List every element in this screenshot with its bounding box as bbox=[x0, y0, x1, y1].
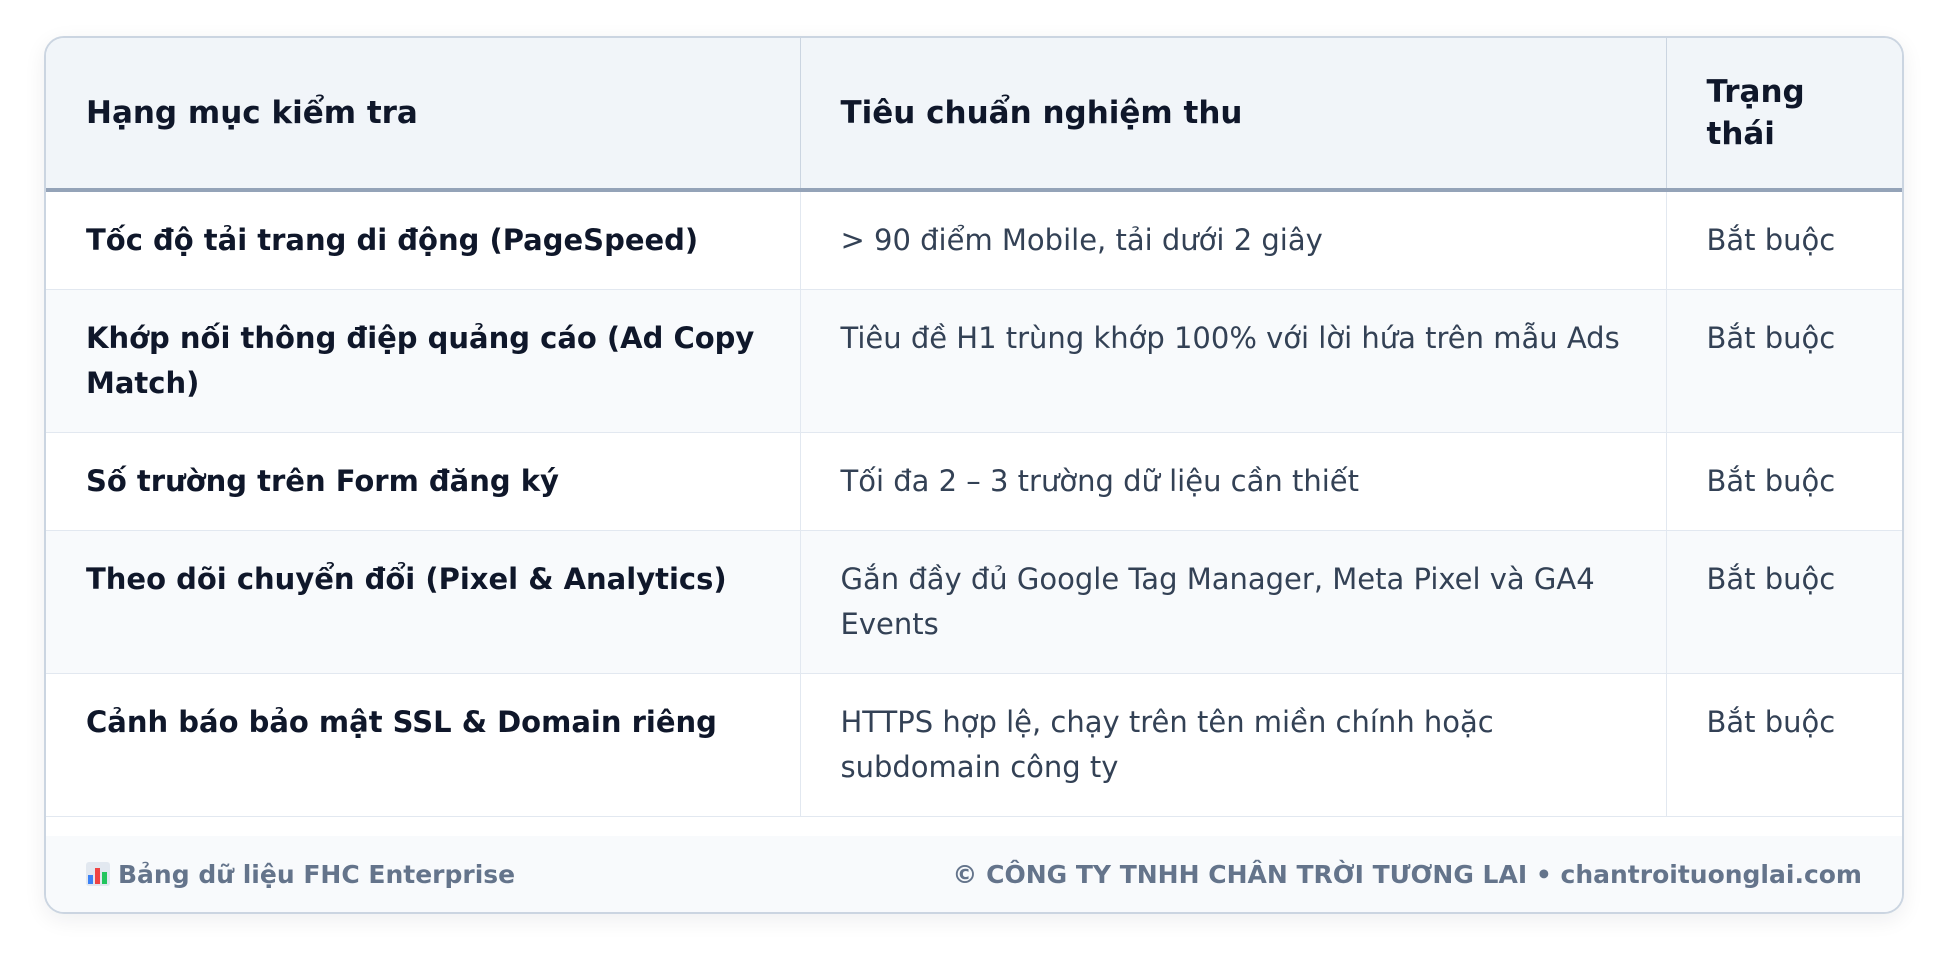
footer-copyright: © CÔNG TY TNHH CHÂN TRỜI TƯƠNG LAI • cha… bbox=[952, 859, 1862, 889]
row-standard-cell: > 90 điểm Mobile, tải dưới 2 giây bbox=[800, 190, 1667, 290]
column-header-item: Hạng mục kiểm tra bbox=[46, 38, 801, 192]
table-row: Cảnh báo bảo mật SSL & Domain riêng HTTP… bbox=[46, 673, 1902, 817]
row-status-cell: Bắt buộc bbox=[1666, 673, 1902, 817]
row-status-cell: Bắt buộc bbox=[1666, 190, 1902, 290]
row-status-cell: Bắt buộc bbox=[1666, 432, 1902, 531]
footer-source: Bảng dữ liệu FHC Enterprise bbox=[86, 860, 515, 889]
row-status-cell: Bắt buộc bbox=[1666, 530, 1902, 674]
row-item-cell: Cảnh báo bảo mật SSL & Domain riêng bbox=[46, 673, 801, 817]
table-row: Tốc độ tải trang di động (PageSpeed) > 9… bbox=[46, 190, 1902, 290]
bar-chart-icon bbox=[86, 862, 110, 886]
column-header-status: Trạng thái bbox=[1666, 38, 1902, 192]
row-item-cell: Theo dõi chuyển đổi (Pixel & Analytics) bbox=[46, 530, 801, 674]
table-row: Theo dõi chuyển đổi (Pixel & Analytics) … bbox=[46, 530, 1902, 674]
row-item-cell: Khớp nối thông điệp quảng cáo (Ad Copy M… bbox=[46, 289, 801, 433]
table-header-row: Hạng mục kiểm tra Tiêu chuẩn nghiệm thu … bbox=[46, 38, 1902, 192]
table-row: Khớp nối thông điệp quảng cáo (Ad Copy M… bbox=[46, 289, 1902, 433]
table-footer: Bảng dữ liệu FHC Enterprise © CÔNG TY TN… bbox=[46, 836, 1902, 912]
row-standard-cell: Gắn đầy đủ Google Tag Manager, Meta Pixe… bbox=[800, 530, 1667, 674]
data-table-card: Hạng mục kiểm tra Tiêu chuẩn nghiệm thu … bbox=[44, 36, 1904, 914]
row-standard-cell: Tối đa 2 – 3 trường dữ liệu cần thiết bbox=[800, 432, 1667, 531]
acceptance-criteria-table: Hạng mục kiểm tra Tiêu chuẩn nghiệm thu … bbox=[46, 38, 1902, 817]
row-status-cell: Bắt buộc bbox=[1666, 289, 1902, 433]
row-item-cell: Số trường trên Form đăng ký bbox=[46, 432, 801, 531]
row-standard-cell: Tiêu đề H1 trùng khớp 100% với lời hứa t… bbox=[800, 289, 1667, 433]
column-header-standard: Tiêu chuẩn nghiệm thu bbox=[800, 38, 1667, 192]
footer-source-label: Bảng dữ liệu FHC Enterprise bbox=[118, 859, 516, 889]
row-item-cell: Tốc độ tải trang di động (PageSpeed) bbox=[46, 190, 801, 290]
row-standard-cell: HTTPS hợp lệ, chạy trên tên miền chính h… bbox=[800, 673, 1667, 817]
table-row: Số trường trên Form đăng ký Tối đa 2 – 3… bbox=[46, 432, 1902, 531]
